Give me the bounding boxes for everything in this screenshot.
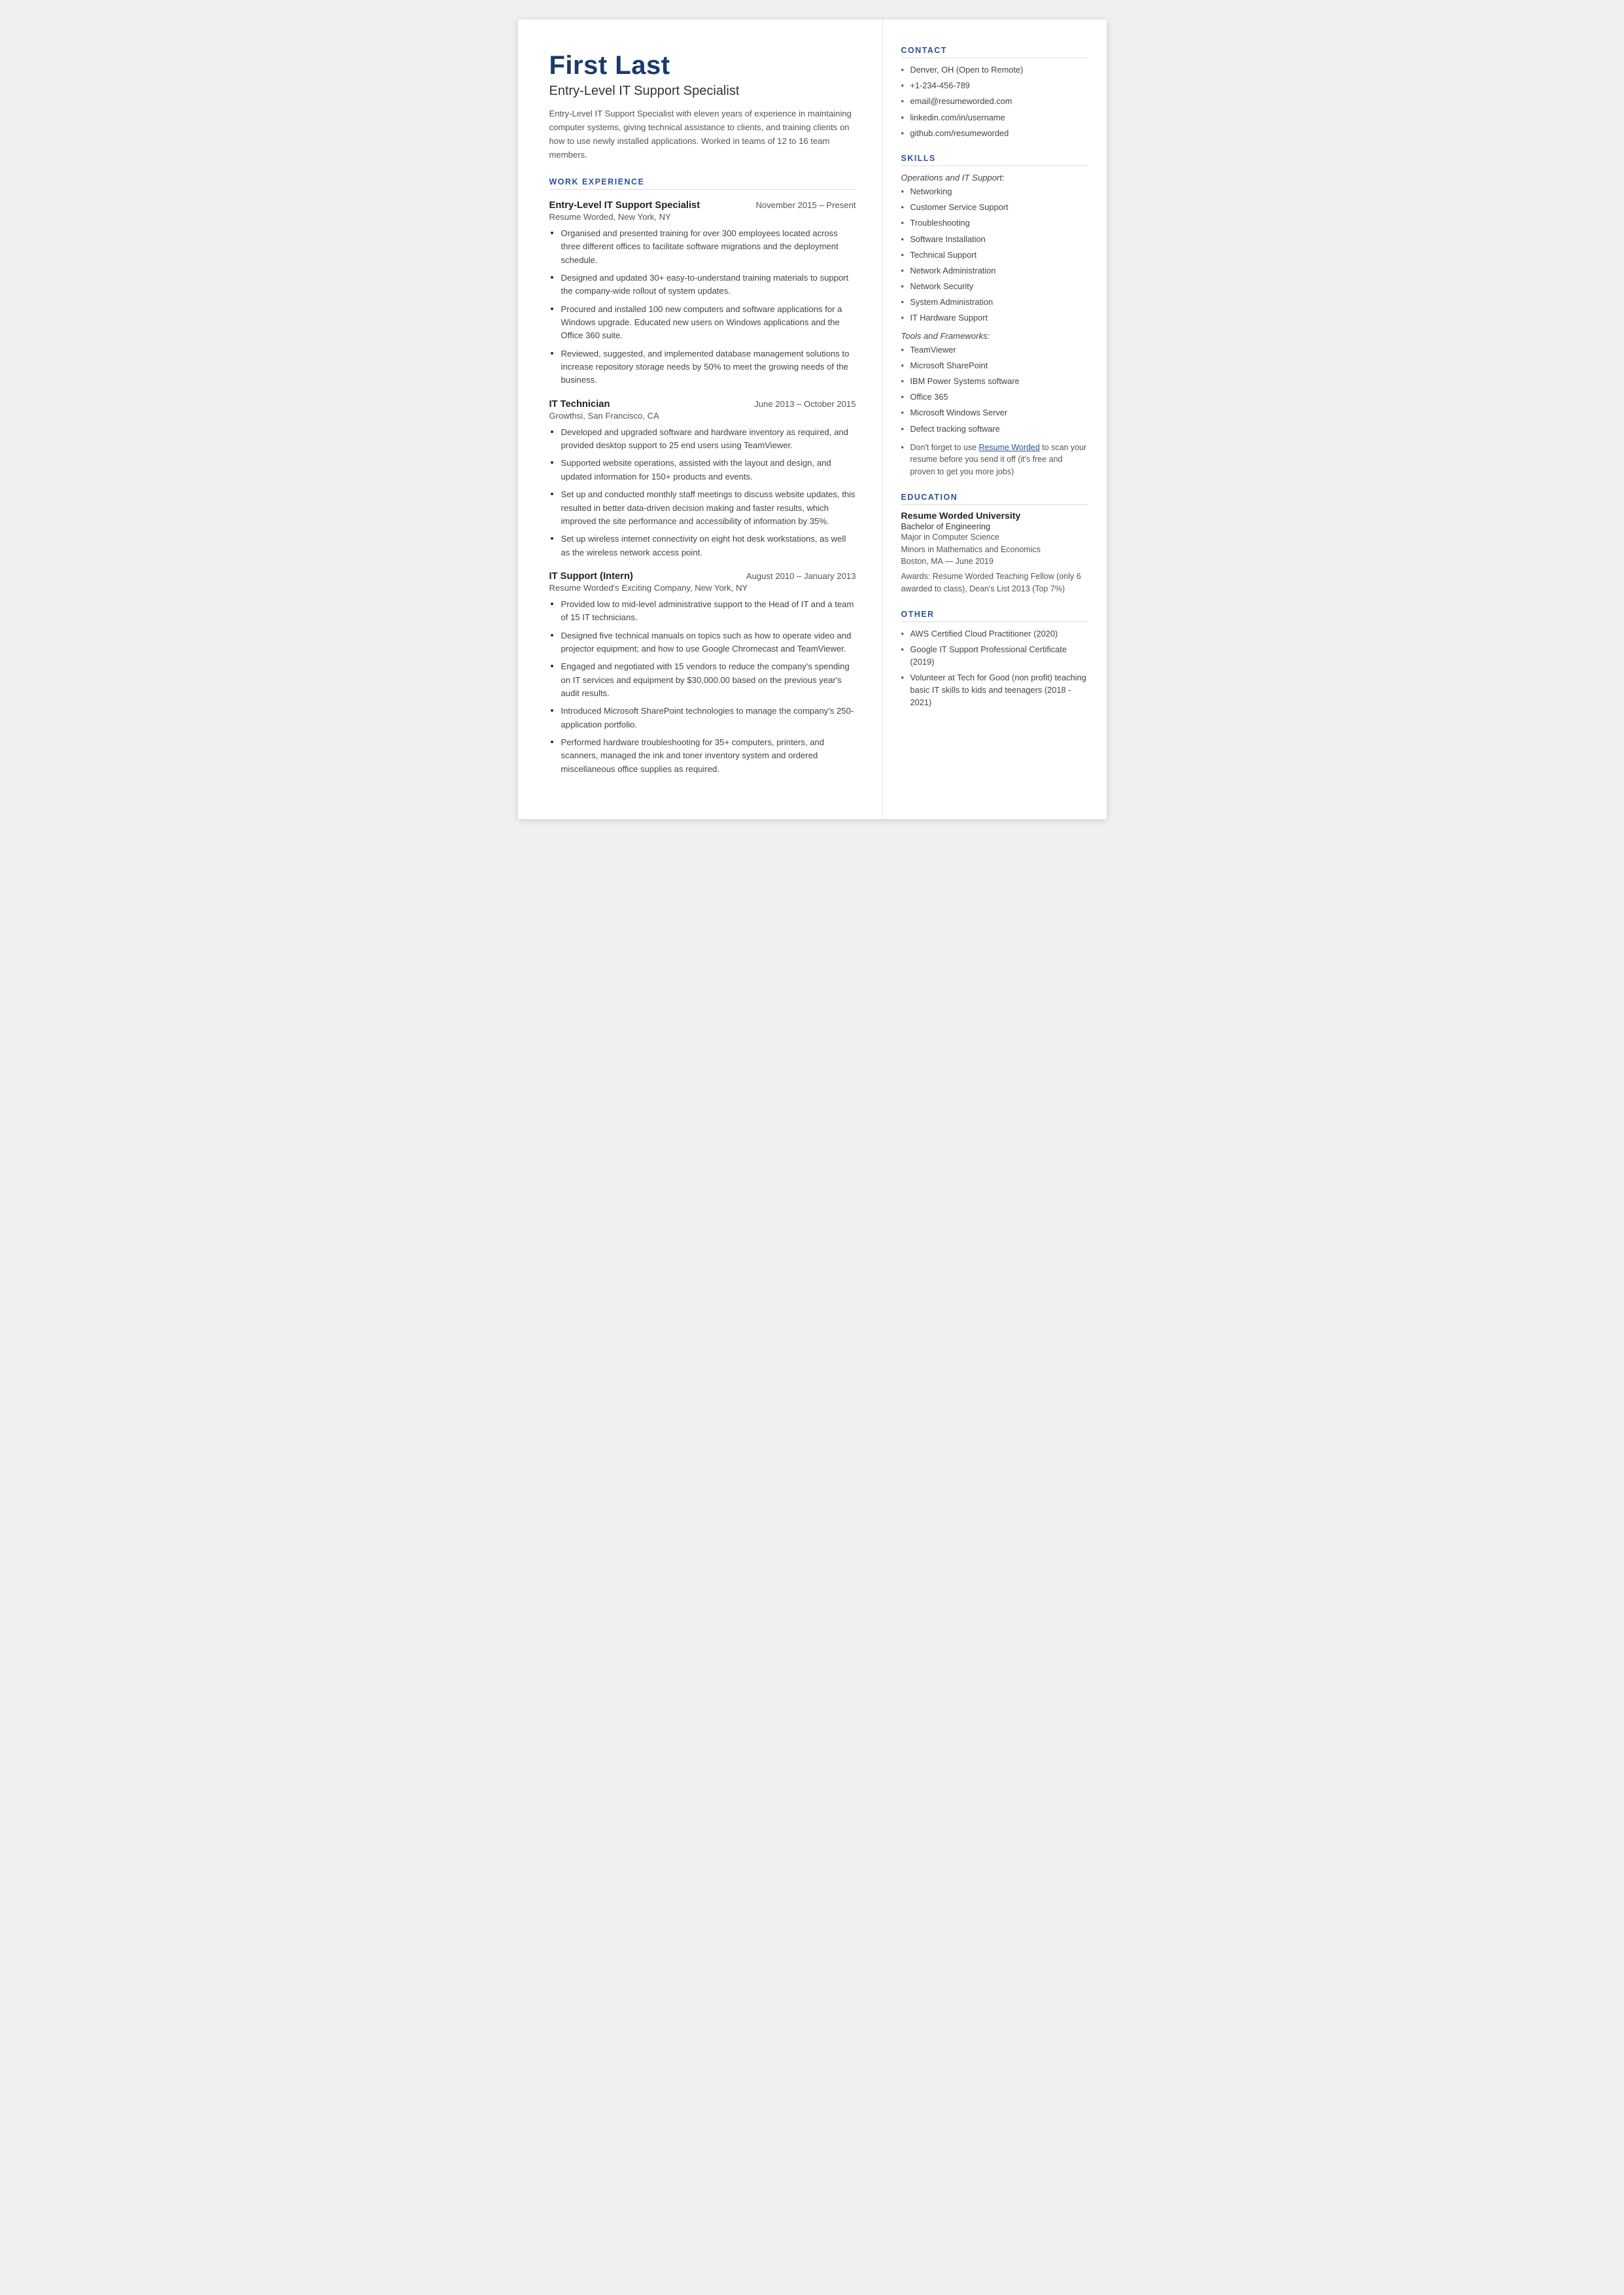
candidate-subtitle: Entry-Level IT Support Specialist (549, 84, 856, 99)
education-section: EDUCATION Resume Worded University Bache… (901, 493, 1088, 595)
skill-0-8: IT Hardware Support (901, 311, 1088, 324)
bullet-0-1: Designed and updated 30+ easy-to-underst… (549, 272, 856, 298)
skill-0-5: Network Administration (901, 264, 1088, 277)
skill-0-3: Software Installation (901, 233, 1088, 245)
edu-major: Major in Computer Science (901, 531, 1088, 544)
edu-block: Resume Worded University Bachelor of Eng… (901, 510, 1088, 595)
edu-location: Boston, MA — June 2019 (901, 555, 1088, 568)
bullet-2-1: Designed five technical manuals on topic… (549, 629, 856, 656)
promo-link[interactable]: Resume Worded (978, 443, 1039, 452)
other-title: OTHER (901, 610, 1088, 622)
contact-item-3: linkedin.com/in/username (901, 111, 1088, 124)
other-item-0: AWS Certified Cloud Practitioner (2020) (901, 627, 1088, 640)
bullet-1-3: Set up wireless internet connectivity on… (549, 533, 856, 559)
job-dates-1: June 2013 – October 2015 (754, 399, 855, 409)
skills-list-1: TeamViewer Microsoft SharePoint IBM Powe… (901, 343, 1088, 435)
job-header-0: Entry-Level IT Support Specialist Novemb… (549, 200, 856, 211)
job-header-1: IT Technician June 2013 – October 2015 (549, 399, 856, 410)
promo-block: Don't forget to use Resume Worded to sca… (901, 442, 1088, 478)
contact-title: CONTACT (901, 46, 1088, 58)
promo-text-before: Don't forget to use (910, 443, 979, 452)
job-bullets-2: Provided low to mid-level administrative… (549, 598, 856, 776)
edu-awards: Awards: Resume Worded Teaching Fellow (o… (901, 570, 1088, 595)
work-experience-title: WORK EXPERIENCE (549, 177, 856, 190)
education-title: EDUCATION (901, 493, 1088, 505)
job-bullets-1: Developed and upgraded software and hard… (549, 426, 856, 559)
job-title-2: IT Support (Intern) (549, 571, 633, 582)
job-title-0: Entry-Level IT Support Specialist (549, 200, 700, 211)
contact-item-4: github.com/resumeworded (901, 127, 1088, 139)
job-bullets-0: Organised and presented training for ove… (549, 227, 856, 387)
contact-section: CONTACT Denver, OH (Open to Remote) +1-2… (901, 46, 1088, 139)
job-company-0: Resume Worded, New York, NY (549, 212, 856, 222)
name-title-block: First Last Entry-Level IT Support Specia… (549, 51, 856, 162)
contact-item-2: email@resumeworded.com (901, 95, 1088, 107)
job-block-1: IT Technician June 2013 – October 2015 G… (549, 399, 856, 559)
job-company-1: Growthsi, San Francisco, CA (549, 411, 856, 421)
bullet-0-3: Reviewed, suggested, and implemented dat… (549, 347, 856, 387)
skills-cat-0: Operations and IT Support: (901, 173, 1088, 183)
edu-minors: Minors in Mathematics and Economics (901, 544, 1088, 556)
job-dates-0: November 2015 – Present (755, 200, 855, 210)
skill-0-2: Troubleshooting (901, 217, 1088, 229)
skill-1-4: Microsoft Windows Server (901, 406, 1088, 419)
job-company-2: Resume Worded's Exciting Company, New Yo… (549, 583, 856, 593)
other-item-2: Volunteer at Tech for Good (non profit) … (901, 671, 1088, 709)
bullet-1-0: Developed and upgraded software and hard… (549, 426, 856, 453)
skill-1-0: TeamViewer (901, 343, 1088, 356)
left-column: First Last Entry-Level IT Support Specia… (518, 20, 883, 819)
right-column: CONTACT Denver, OH (Open to Remote) +1-2… (883, 20, 1107, 819)
bullet-2-3: Introduced Microsoft SharePoint technolo… (549, 705, 856, 731)
other-list: AWS Certified Cloud Practitioner (2020) … (901, 627, 1088, 709)
bullet-2-2: Engaged and negotiated with 15 vendors t… (549, 660, 856, 700)
job-dates-2: August 2010 – January 2013 (746, 571, 856, 581)
edu-school: Resume Worded University (901, 510, 1088, 521)
skills-section: SKILLS Operations and IT Support: Networ… (901, 154, 1088, 478)
skill-0-0: Networking (901, 185, 1088, 198)
candidate-summary: Entry-Level IT Support Specialist with e… (549, 107, 856, 162)
skills-list-0: Networking Customer Service Support Trou… (901, 185, 1088, 324)
contact-item-0: Denver, OH (Open to Remote) (901, 63, 1088, 76)
work-experience-section: WORK EXPERIENCE Entry-Level IT Support S… (549, 177, 856, 776)
skill-0-4: Technical Support (901, 249, 1088, 261)
skills-title: SKILLS (901, 154, 1088, 166)
job-block-2: IT Support (Intern) August 2010 – Januar… (549, 571, 856, 776)
job-header-2: IT Support (Intern) August 2010 – Januar… (549, 571, 856, 582)
skill-0-7: System Administration (901, 296, 1088, 308)
bullet-1-2: Set up and conducted monthly staff meeti… (549, 488, 856, 528)
skill-1-1: Microsoft SharePoint (901, 359, 1088, 372)
resume-page: First Last Entry-Level IT Support Specia… (518, 20, 1107, 819)
skill-1-3: Office 365 (901, 391, 1088, 403)
edu-degree: Bachelor of Engineering (901, 521, 1088, 531)
skill-0-1: Customer Service Support (901, 201, 1088, 213)
skill-1-5: Defect tracking software (901, 423, 1088, 435)
other-item-1: Google IT Support Professional Certifica… (901, 643, 1088, 668)
bullet-0-0: Organised and presented training for ove… (549, 227, 856, 267)
job-title-1: IT Technician (549, 399, 610, 410)
bullet-2-0: Provided low to mid-level administrative… (549, 598, 856, 625)
job-block-0: Entry-Level IT Support Specialist Novemb… (549, 200, 856, 387)
contact-item-1: +1-234-456-789 (901, 79, 1088, 92)
bullet-1-1: Supported website operations, assisted w… (549, 457, 856, 483)
other-section: OTHER AWS Certified Cloud Practitioner (… (901, 610, 1088, 709)
contact-list: Denver, OH (Open to Remote) +1-234-456-7… (901, 63, 1088, 139)
skills-cat-1: Tools and Frameworks: (901, 331, 1088, 341)
bullet-2-4: Performed hardware troubleshooting for 3… (549, 736, 856, 776)
bullet-0-2: Procured and installed 100 new computers… (549, 303, 856, 343)
candidate-name: First Last (549, 51, 856, 80)
skill-0-6: Network Security (901, 280, 1088, 292)
skill-1-2: IBM Power Systems software (901, 375, 1088, 387)
